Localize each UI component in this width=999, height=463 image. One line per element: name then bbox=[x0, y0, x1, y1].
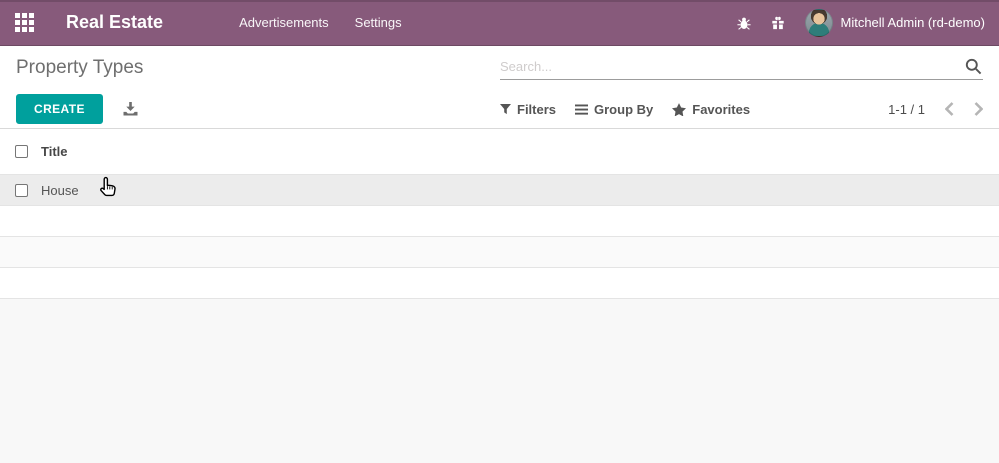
select-all-cell bbox=[0, 145, 41, 158]
pager-next-button[interactable] bbox=[974, 102, 983, 116]
bug-icon bbox=[736, 17, 751, 30]
user-avatar[interactable] bbox=[804, 8, 833, 37]
table-row[interactable]: House bbox=[0, 175, 999, 206]
table-header-row: Title bbox=[0, 129, 999, 175]
list-background bbox=[0, 299, 999, 463]
chevron-right-icon bbox=[974, 102, 983, 116]
favorites-button[interactable]: Favorites bbox=[672, 102, 750, 117]
list-view: Title House bbox=[0, 128, 999, 463]
pager-range: 1-1 / 1 bbox=[888, 101, 925, 117]
group-by-bars-icon bbox=[575, 104, 589, 115]
create-button[interactable]: CREATE bbox=[16, 94, 103, 124]
top-navbar: Real Estate Advertisements Settings Mitc… bbox=[0, 0, 999, 46]
search-box bbox=[500, 57, 983, 80]
app-name[interactable]: Real Estate bbox=[66, 12, 163, 33]
export-button[interactable] bbox=[123, 102, 138, 116]
download-icon bbox=[123, 102, 138, 116]
apps-menu-button[interactable] bbox=[0, 0, 48, 46]
favorites-star-icon bbox=[672, 102, 687, 116]
search-icon bbox=[965, 58, 982, 75]
filters-button[interactable]: Filters bbox=[500, 102, 556, 117]
gift-icon bbox=[771, 16, 784, 29]
main-menu: Advertisements Settings bbox=[237, 11, 426, 34]
pager-previous-button[interactable] bbox=[945, 102, 954, 116]
filter-buttons: Filters Group By Favorites bbox=[500, 102, 750, 117]
favorites-label: Favorites bbox=[692, 101, 751, 117]
menu-settings[interactable]: Settings bbox=[353, 11, 404, 34]
search-input[interactable] bbox=[500, 57, 964, 76]
select-all-checkbox[interactable] bbox=[15, 145, 28, 158]
control-panel-top: Property Types bbox=[0, 46, 999, 90]
apps-grid-icon bbox=[14, 13, 34, 32]
pager: 1-1 / 1 bbox=[888, 102, 983, 117]
empty-row bbox=[0, 237, 999, 268]
chevron-left-icon bbox=[945, 102, 954, 116]
filter-funnel-icon bbox=[500, 103, 511, 114]
search-options: Filters Group By Favorites 1-1 / 1 bbox=[500, 102, 983, 117]
group-by-label: Group By bbox=[594, 101, 654, 117]
menu-advertisements[interactable]: Advertisements bbox=[237, 11, 331, 34]
navbar-right: Mitchell Admin (rd-demo) bbox=[736, 8, 999, 37]
control-panel-bottom: CREATE Filters Group By Favorites 1-1 / … bbox=[0, 90, 999, 128]
empty-row bbox=[0, 268, 999, 299]
row-select-cell bbox=[0, 183, 41, 197]
search-button[interactable] bbox=[964, 58, 983, 75]
user-menu[interactable]: Mitchell Admin (rd-demo) bbox=[841, 15, 986, 30]
group-by-button[interactable]: Group By bbox=[575, 102, 653, 117]
debug-button[interactable] bbox=[736, 16, 751, 30]
row-checkbox[interactable] bbox=[15, 183, 28, 197]
empty-row bbox=[0, 206, 999, 237]
row-title: House bbox=[41, 182, 79, 198]
page-title: Property Types bbox=[16, 57, 144, 78]
column-header-title[interactable]: Title bbox=[41, 144, 68, 159]
rewards-button[interactable] bbox=[771, 16, 785, 30]
filters-label: Filters bbox=[517, 101, 557, 117]
odoo-window: Real Estate Advertisements Settings Mitc… bbox=[0, 0, 999, 463]
